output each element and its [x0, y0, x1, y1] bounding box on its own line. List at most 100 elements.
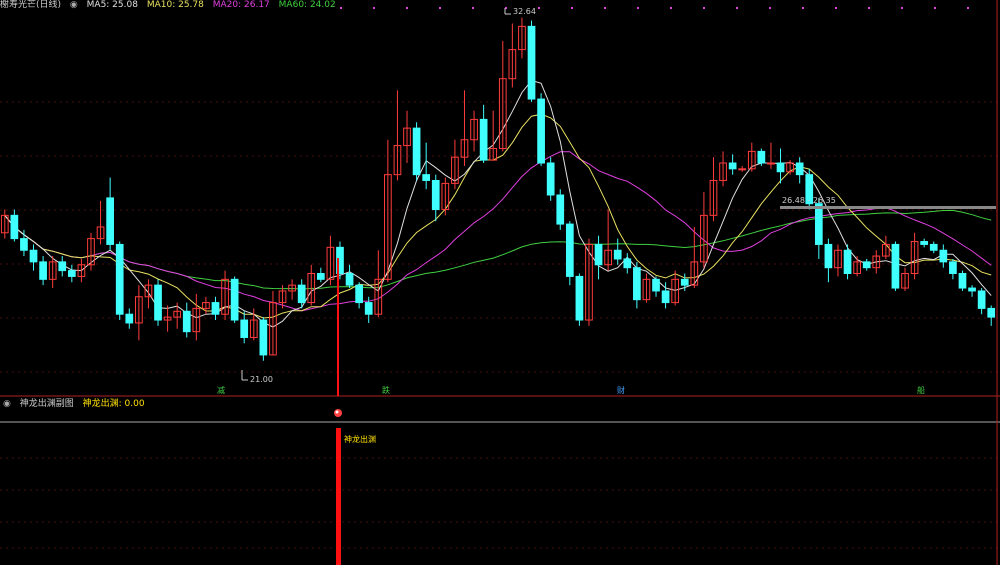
candle-body-68 [652, 278, 660, 292]
candle-body-50 [479, 118, 488, 161]
signal-dot-highlight [335, 410, 339, 414]
candle-body-99 [949, 261, 957, 275]
candle-body-64 [613, 249, 622, 260]
signal-label: 神龙出渊 [344, 435, 376, 444]
candle-body-96 [920, 241, 929, 245]
candle-body-6 [58, 261, 67, 272]
top-dot-3 [439, 7, 441, 9]
top-dot-16 [868, 7, 870, 9]
ma20-label: MA20: 26.17 [212, 0, 270, 10]
candle-body-76 [728, 162, 737, 170]
candle-body-1 [10, 214, 19, 240]
candle-body-81 [776, 162, 785, 173]
candle-body-38 [364, 302, 373, 315]
marker-die: 跌 [382, 386, 390, 395]
candle-body-71 [680, 278, 689, 286]
ma10-line [4, 113, 992, 319]
top-dot-15 [835, 7, 837, 9]
top-dot-12 [736, 7, 738, 9]
top-dot-7 [571, 7, 573, 9]
ma20-line [4, 151, 992, 312]
candle-body-102 [977, 290, 986, 309]
ma60-line [4, 209, 992, 290]
top-dot-17 [901, 7, 903, 9]
top-dot-19 [967, 7, 969, 9]
candle-body-59 [565, 223, 574, 277]
candle-body-80 [767, 162, 775, 165]
candle-body-83 [795, 162, 804, 176]
top-dot-14 [802, 7, 804, 9]
top-dot-4 [472, 7, 474, 9]
chart-title: 榭寿光芒(日线) [0, 0, 62, 10]
candle-body-2 [20, 238, 28, 251]
top-dot-9 [637, 7, 639, 9]
candle-body-55 [527, 25, 536, 100]
top-dot-8 [604, 7, 606, 9]
ma5-label: MA5: 25.08 [86, 0, 138, 10]
indicator-icon[interactable]: ◉ [3, 399, 11, 409]
candle-body-88 [843, 249, 852, 275]
candle-body-85 [814, 203, 823, 245]
candle-body-58 [556, 194, 565, 225]
top-dot-10 [670, 7, 672, 9]
indicator-header: ◉ 神龙出渊副图 神龙出渊: 0.00 [3, 396, 151, 409]
candle-body-65 [623, 258, 632, 269]
candle-body-7 [67, 270, 76, 277]
candle-body-69 [661, 290, 670, 304]
candle-body-13 [125, 313, 134, 324]
candle-body-36 [345, 273, 354, 286]
settings-icon[interactable]: ◉ [70, 0, 78, 10]
candle-body-31 [297, 284, 306, 304]
candle-body-33 [316, 273, 325, 280]
candle-body-11 [106, 197, 114, 245]
candle-body-4 [39, 261, 47, 280]
candle-body-45 [431, 179, 440, 211]
top-dot-13 [769, 7, 771, 9]
candle-body-97 [929, 243, 938, 251]
candlestick-series[interactable] [0, 17, 996, 361]
candle-body-37 [355, 284, 363, 304]
ma10-label: MA10: 25.78 [146, 0, 204, 10]
candle-body-57 [546, 162, 555, 196]
range-bar [780, 206, 996, 209]
marker-jian: 减 [217, 386, 225, 395]
indicator-value: 神龙出渊: 0.00 [82, 399, 145, 409]
main-chart-header: 榭寿光芒(日线) ◉ MA5: 25.08 MA10: 25.78 MA20: … [0, 0, 342, 10]
top-dot-18 [934, 7, 936, 9]
candle-body-93 [891, 243, 900, 289]
ma60-label: MA60: 24.02 [278, 0, 336, 10]
top-dot-11 [703, 7, 705, 9]
candle-body-19 [182, 310, 191, 333]
candle-body-44 [422, 174, 431, 181]
candle-body-77 [738, 168, 747, 171]
candle-body-25 [240, 319, 249, 338]
candle-body-56 [537, 98, 545, 164]
range-label: 26.48 - 26.35 [782, 196, 836, 205]
grid-lines [0, 0, 1000, 565]
signal-bar [336, 428, 341, 565]
candle-body-62 [594, 243, 603, 266]
candle-body-60 [575, 275, 584, 321]
candle-body-90 [862, 261, 871, 269]
candle-body-43 [412, 127, 421, 176]
candle-body-12 [115, 243, 124, 315]
top-dot-1 [373, 7, 375, 9]
candle-body-101 [968, 287, 976, 292]
marker-chuan: 船 [917, 386, 925, 395]
candle-body-86 [824, 243, 833, 269]
moving-average-lines [4, 79, 992, 328]
candle-body-24 [230, 278, 239, 321]
top-dot-2 [406, 7, 408, 9]
candle-body-98 [939, 249, 948, 263]
candle-body-103 [987, 307, 996, 318]
top-dot-6 [538, 7, 540, 9]
indicator-title: 神龙出渊副图 [19, 399, 74, 409]
low-price-label: 21.00 [250, 375, 273, 384]
candle-body-3 [29, 249, 38, 263]
kline-chart[interactable] [0, 0, 1000, 565]
marker-cai: 财 [617, 386, 625, 395]
candle-body-16 [154, 284, 162, 321]
candle-body-22 [211, 302, 220, 315]
candle-body-79 [757, 150, 766, 164]
candle-body-66 [633, 267, 641, 301]
